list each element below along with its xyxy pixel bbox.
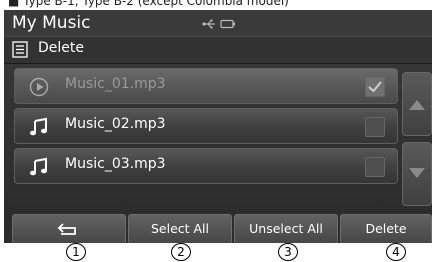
track-name: Music_02.mp3 [65,116,166,132]
track-checkbox[interactable] [365,77,385,97]
scroll-up-button[interactable] [402,72,432,136]
play-circle-icon [29,77,49,101]
track-checkbox[interactable] [365,157,385,177]
music-note-icon [29,157,49,181]
callout-3: 3 [278,243,298,261]
callout-1: 1 [66,243,86,261]
title-bar: My Music [4,10,432,36]
callout-2: 2 [171,243,191,261]
music-screen: My Music Delete Music_01.mp3 Music_02.mp… [4,10,432,243]
track-checkbox[interactable] [365,117,385,137]
back-button[interactable] [12,214,126,243]
music-note-icon [29,117,49,141]
menu-bar[interactable]: Delete [4,36,432,64]
track-row[interactable]: Music_02.mp3 [14,108,398,144]
caption-text: ■ Type B-1, Type B-2 (except Colombia mo… [8,0,289,8]
unselect-all-button[interactable]: Unselect All [234,214,338,243]
menu-label: Delete [38,40,84,56]
checkmark-icon [368,81,382,93]
track-name: Music_01.mp3 [65,76,166,92]
down-arrow-icon [409,168,425,178]
status-icons [202,16,236,30]
delete-button[interactable]: Delete [340,214,432,243]
scroll-down-button[interactable] [402,142,432,206]
track-row[interactable]: Music_01.mp3 [14,68,398,104]
battery-icon [220,14,236,33]
usb-icon [202,14,216,33]
bottom-bar: Select All Unselect All Delete [4,212,432,243]
track-row[interactable]: Music_03.mp3 [14,148,398,184]
menu-list-icon[interactable] [12,41,28,62]
track-name: Music_03.mp3 [65,156,166,172]
select-all-button[interactable]: Select All [128,214,232,243]
select-all-label: Select All [150,221,210,236]
back-arrow-icon [57,223,76,235]
page-title: My Music [12,13,91,33]
unselect-all-label: Unselect All [249,221,323,236]
up-arrow-icon [409,100,425,110]
callout-4: 4 [386,243,406,261]
delete-label: Delete [365,221,407,236]
